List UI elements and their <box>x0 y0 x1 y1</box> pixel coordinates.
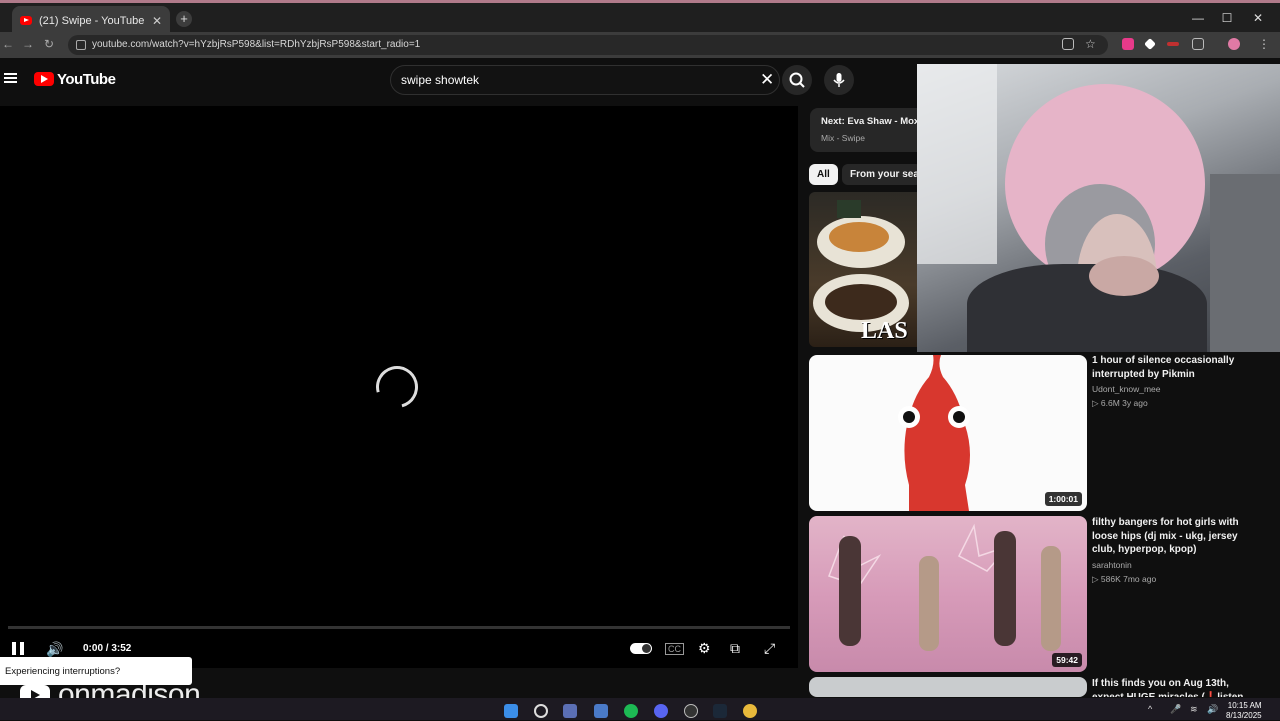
browser-tab[interactable]: (21) Swipe - YouTube ✕ <box>12 6 170 35</box>
fullscreen-icon[interactable]: ⤢ <box>764 640 775 657</box>
forward-icon[interactable]: → <box>22 37 34 51</box>
tray-chevron-icon[interactable]: ^ <box>1148 704 1152 714</box>
voice-search-button[interactable] <box>824 65 854 95</box>
windows-start-icon[interactable] <box>504 704 518 718</box>
url-text: youtube.com/watch?v=hYzbjRsP598&list=RDh… <box>92 39 421 50</box>
video-info[interactable]: If this finds you on Aug 13th, expect HU… <box>1092 677 1252 697</box>
taskbar-search-icon[interactable] <box>534 704 548 718</box>
clock-time: 10:15 AM <box>1227 701 1262 710</box>
bookmark-star-icon[interactable]: ☆ <box>1085 37 1096 51</box>
extension-icon[interactable] <box>1167 42 1179 46</box>
food-image <box>825 284 897 320</box>
back-icon[interactable]: ← <box>2 37 14 51</box>
youtube-header: YouTube swipe showtek ✕ <box>0 58 916 104</box>
video-duration: 1:00:01 <box>1044 492 1082 506</box>
hamburger-menu-icon[interactable] <box>4 73 17 83</box>
video-title[interactable]: If this finds you on Aug 13th, expect HU… <box>1092 677 1252 697</box>
search-button[interactable] <box>782 65 812 95</box>
progress-bar[interactable] <box>8 626 790 629</box>
video-title[interactable]: 1 hour of silence occasionally interrupt… <box>1092 354 1252 381</box>
chrome-icon[interactable] <box>743 704 757 718</box>
address-bar[interactable]: youtube.com/watch?v=hYzbjRsP598&list=RDh… <box>68 35 1108 55</box>
video-info[interactable]: 1 hour of silence occasionally interrupt… <box>1092 354 1252 409</box>
microphone-tray-icon[interactable]: 🎤 <box>1170 704 1181 715</box>
thumbnail-text: LAS <box>861 318 908 344</box>
microphone-icon <box>833 73 845 87</box>
puzzle-extensions-icon[interactable] <box>1192 38 1204 50</box>
video-meta: ▷ 586K 7mo ago <box>1092 573 1157 584</box>
youtube-favicon-icon <box>20 16 32 25</box>
video-title[interactable]: filthy bangers for hot girls with loose … <box>1092 516 1252 557</box>
more-menu-icon[interactable]: ⋮ <box>1258 37 1270 51</box>
autoplay-toggle[interactable] <box>630 643 652 654</box>
profile-avatar[interactable] <box>1228 38 1240 50</box>
tab-title: (21) Swipe - YouTube <box>39 14 145 27</box>
reload-icon[interactable]: ↻ <box>44 37 54 51</box>
food-image <box>829 222 889 252</box>
discord-icon[interactable] <box>654 704 668 718</box>
wifi-icon[interactable]: ≋ <box>1190 704 1198 715</box>
video-thumbnail[interactable] <box>809 677 1087 697</box>
browser-tab-bar: (21) Swipe - YouTube ✕ + — ☐ ✕ <box>0 0 1280 35</box>
volume-icon[interactable]: 🔊 <box>46 641 63 658</box>
extension-icon[interactable] <box>1122 38 1134 50</box>
chip-all[interactable]: All <box>809 164 838 185</box>
taskbar-clock[interactable]: 10:15 AM 8/13/2025 <box>1226 701 1262 721</box>
clear-search-icon[interactable]: ✕ <box>760 70 774 90</box>
video-info[interactable]: filthy bangers for hot girls with loose … <box>1092 516 1252 585</box>
time-display: 0:00 / 3:52 <box>83 643 132 654</box>
video-thumbnail[interactable]: 59:42 <box>809 516 1087 672</box>
captions-icon[interactable]: CC <box>665 643 684 655</box>
pikmin-image <box>898 355 970 511</box>
obs-icon[interactable] <box>684 704 698 718</box>
site-info-icon[interactable] <box>76 40 86 50</box>
search-icon <box>789 72 805 88</box>
playlist-next-panel[interactable]: Next: Eva Shaw - Moxie Mix - Swipe <box>810 108 930 152</box>
video-thumbnail[interactable]: LAS <box>809 192 919 347</box>
pause-button[interactable] <box>12 642 24 655</box>
steam-icon[interactable] <box>713 704 727 718</box>
dancers-image <box>828 523 1061 651</box>
maximize-icon[interactable]: ☐ <box>1219 11 1235 25</box>
search-input[interactable]: swipe showtek <box>390 65 780 95</box>
webcam-overlay <box>917 64 1280 352</box>
settings-gear-icon[interactable]: ⚙ <box>698 640 711 657</box>
next-video-label: Next: Eva Shaw - Moxie <box>821 116 928 127</box>
channel-name[interactable]: sarahtonin <box>1092 560 1252 570</box>
minimize-icon[interactable]: — <box>1190 11 1206 25</box>
channel-name[interactable]: Udont_know_mee <box>1092 384 1252 394</box>
taskbar-app-icon[interactable] <box>563 704 577 718</box>
tab-close-icon[interactable]: ✕ <box>152 14 162 28</box>
spotify-icon[interactable] <box>624 704 638 718</box>
speaker-icon[interactable]: 🔊 <box>1207 704 1218 715</box>
window-light-image <box>917 64 997 264</box>
windows-taskbar <box>0 698 1280 720</box>
cast-icon[interactable] <box>1062 38 1074 50</box>
youtube-logo-icon[interactable] <box>34 72 54 86</box>
clothing-image <box>967 264 1207 352</box>
video-thumbnail[interactable]: 1:00:01 <box>809 355 1087 511</box>
hand-image <box>1089 256 1159 296</box>
video-duration: 59:42 <box>1052 653 1082 667</box>
youtube-logo-text[interactable]: YouTube <box>57 71 116 88</box>
taskbar-app-icon[interactable] <box>594 704 608 718</box>
chip-from-your-search[interactable]: From your search <box>842 164 922 185</box>
close-window-icon[interactable]: ✕ <box>1250 11 1266 25</box>
sidebar-scrollbar[interactable] <box>1266 64 1276 696</box>
seaweed-image <box>837 200 861 218</box>
video-meta: ▷ 6.6M 3y ago <box>1092 398 1148 408</box>
miniplayer-icon[interactable]: ⧉ <box>730 640 740 657</box>
playlist-name: Mix - Swipe <box>821 133 865 143</box>
new-tab-button[interactable]: + <box>176 11 192 27</box>
